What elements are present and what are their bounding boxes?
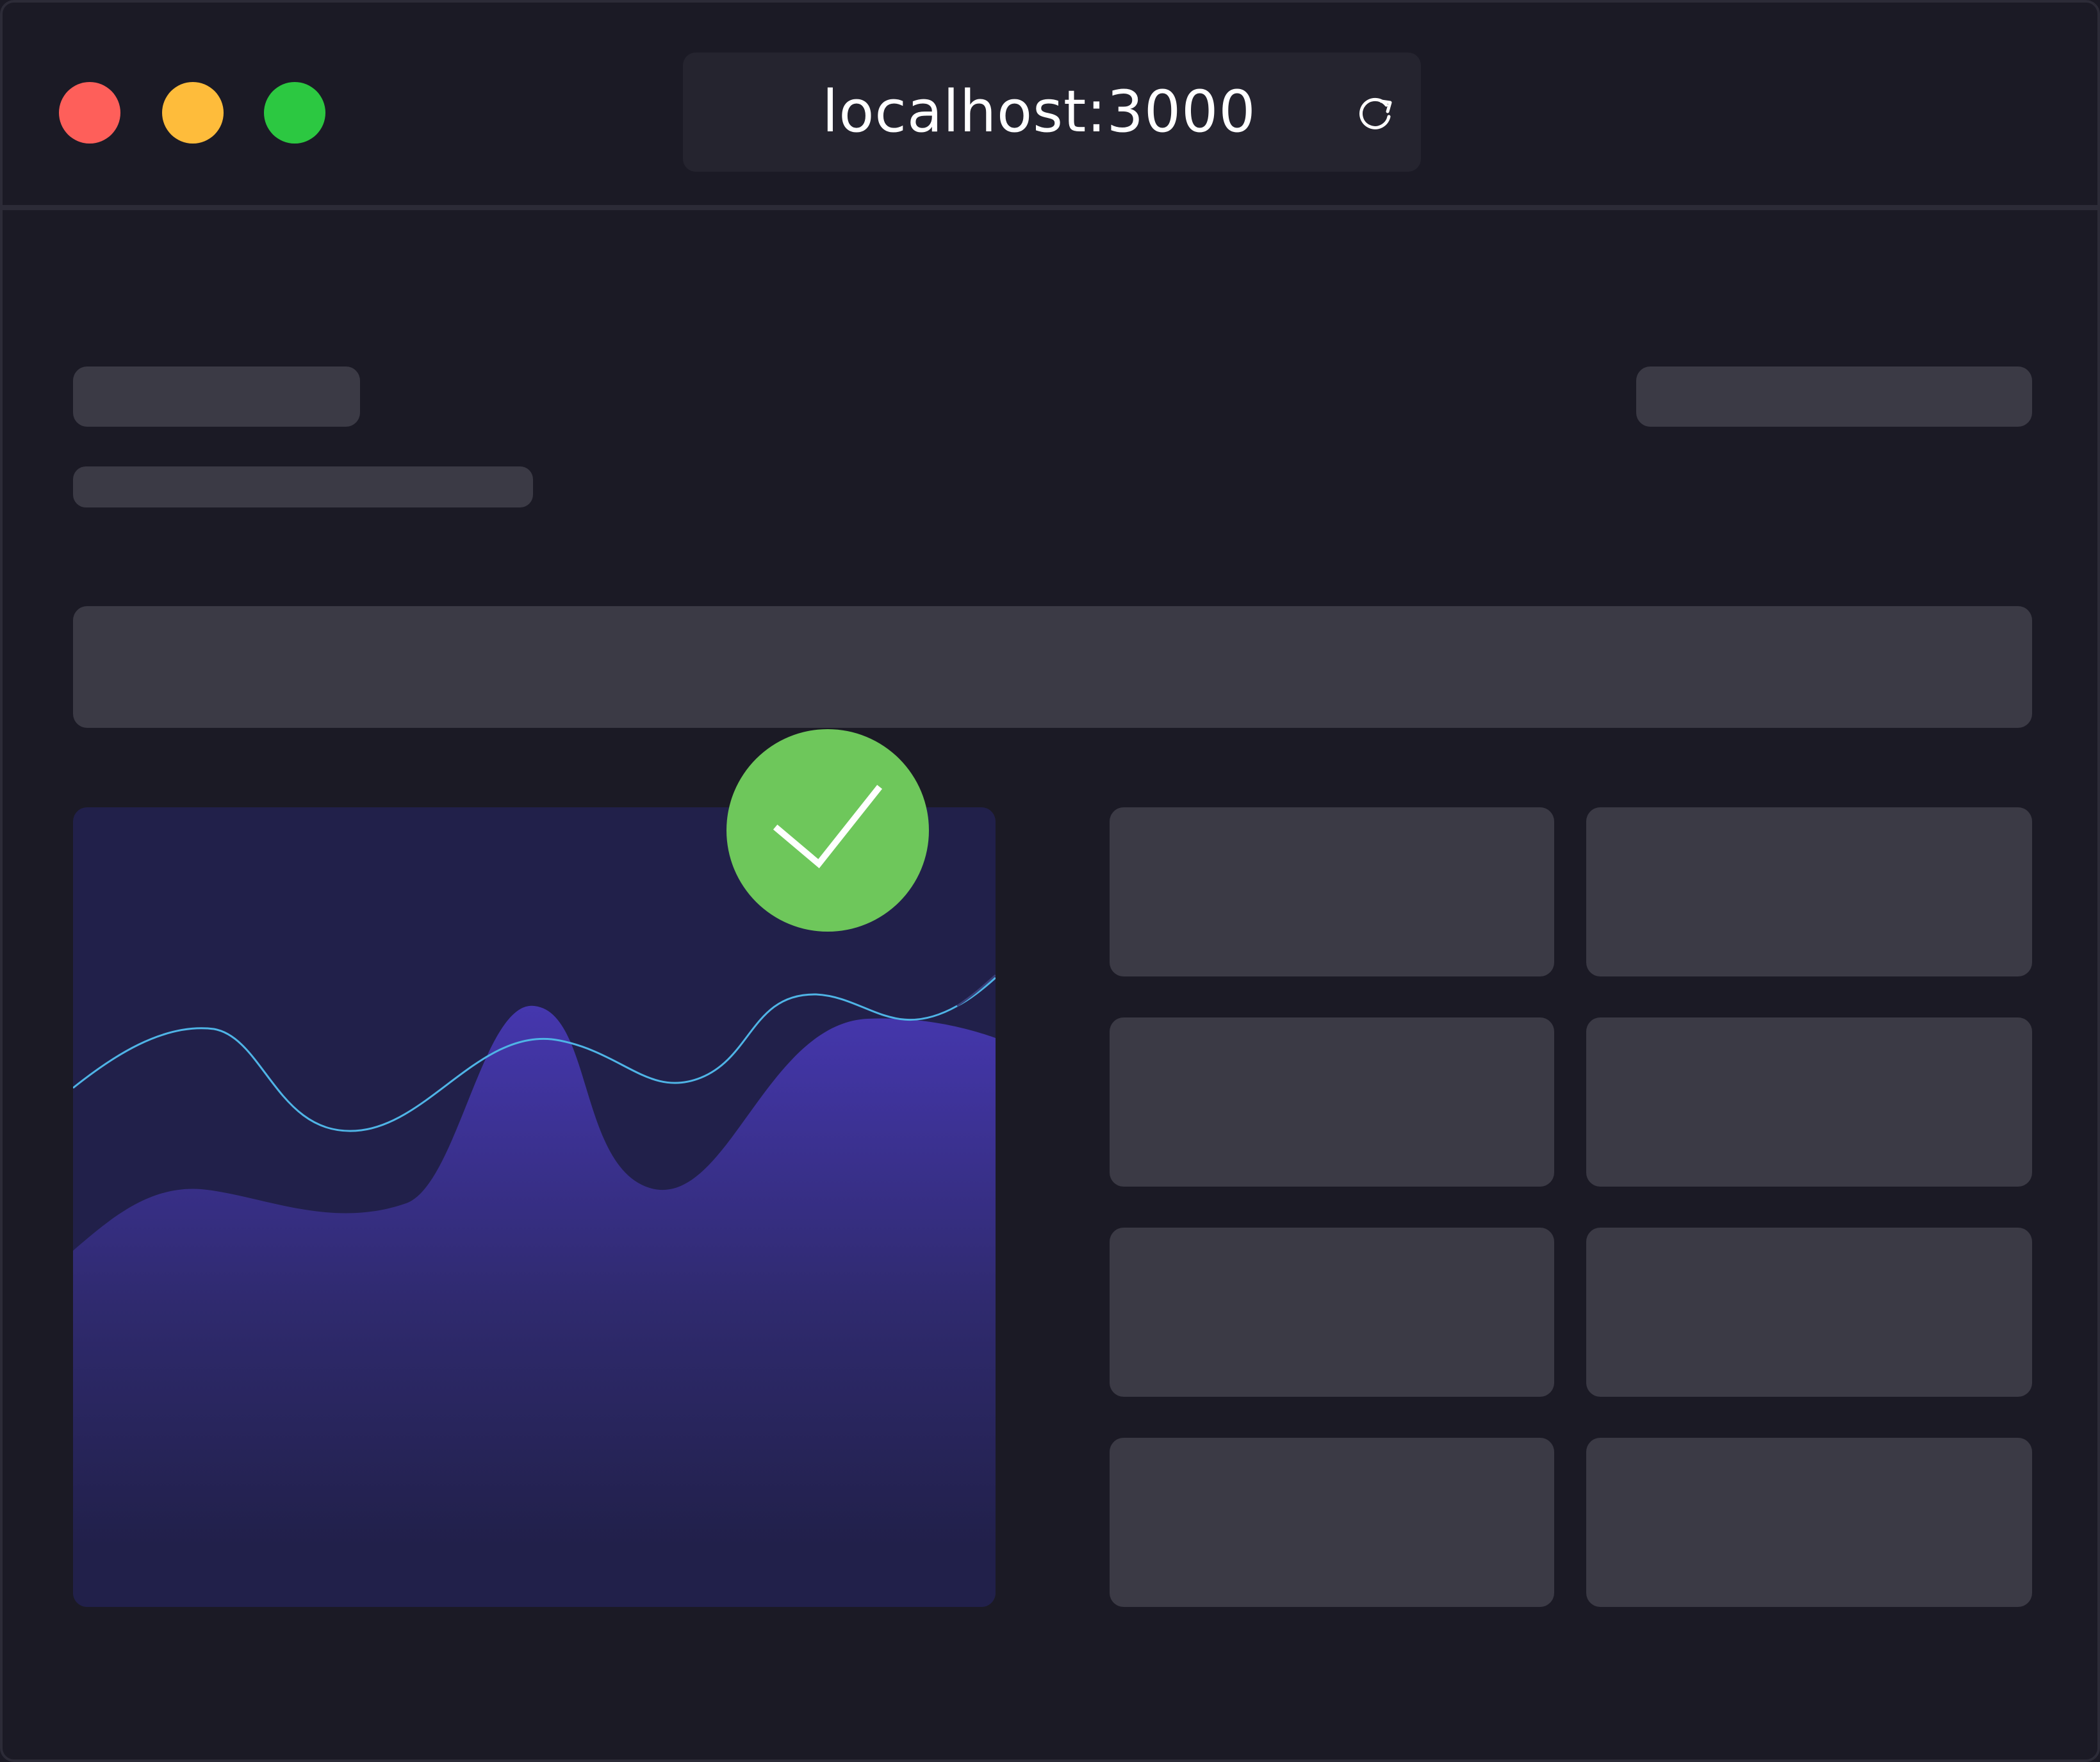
address-bar-url: localhost:3000 [822, 78, 1256, 145]
skeleton-card [1586, 1228, 2032, 1397]
skeleton-page-title [73, 366, 360, 427]
skeleton-card [1110, 1438, 1554, 1607]
address-bar[interactable]: localhost:3000 [683, 53, 1421, 172]
skeleton-card [1586, 807, 2032, 976]
skeleton-banner [73, 606, 2032, 728]
success-badge [726, 729, 929, 932]
skeleton-card [1110, 807, 1554, 976]
minimize-window-button[interactable] [162, 82, 224, 144]
skeleton-card [1586, 1438, 2032, 1607]
area-shape [73, 1005, 996, 1607]
skeleton-card [1586, 1017, 2032, 1187]
maximize-window-button[interactable] [264, 82, 325, 144]
check-icon [773, 784, 883, 869]
skeleton-header-action [1636, 366, 2032, 427]
browser-titlebar: localhost:3000 [3, 3, 2097, 210]
reload-icon[interactable] [1356, 92, 1397, 133]
skeleton-card [1110, 1228, 1554, 1397]
trend-line-fade [956, 974, 996, 1007]
browser-window: localhost:3000 [0, 0, 2100, 1762]
close-window-button[interactable] [59, 82, 120, 144]
skeleton-card [1110, 1017, 1554, 1187]
skeleton-page-subtitle [73, 466, 533, 507]
